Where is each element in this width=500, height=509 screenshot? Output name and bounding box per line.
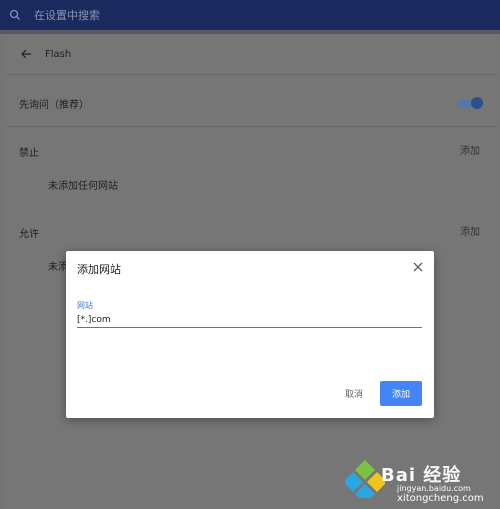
ask-first-toggle[interactable] — [458, 97, 483, 109]
divider — [6, 74, 498, 75]
site-input[interactable] — [77, 313, 422, 328]
back-arrow-icon[interactable] — [15, 43, 37, 65]
page-header: Flash — [6, 42, 498, 66]
block-add-button[interactable]: 添加 — [460, 142, 480, 157]
search-input[interactable]: 在设置中搜索 — [34, 7, 100, 23]
search-icon — [0, 0, 30, 30]
watermark-sub: jingyan.baidu.com — [397, 484, 471, 493]
watermark-site: xitongcheng.com — [397, 493, 484, 504]
allow-add-button[interactable]: 添加 — [460, 223, 480, 238]
close-icon[interactable] — [410, 259, 426, 275]
toggle-knob — [471, 97, 483, 109]
cancel-button[interactable]: 取消 — [336, 381, 372, 405]
add-site-dialog: 添加网站 网站 取消 添加 — [66, 251, 434, 418]
block-empty-text: 未添加任何网站 — [48, 181, 118, 192]
ask-first-label: 先询问（推荐） — [19, 100, 89, 111]
block-section-label: 禁止 — [19, 148, 39, 159]
allow-section-label: 允许 — [19, 229, 39, 240]
baidu-watermark: Bai 经验 jingyan.baidu.com xitongcheng.com — [345, 452, 500, 509]
site-field-label: 网站 — [77, 301, 93, 310]
divider — [6, 126, 498, 127]
windows-logo-icon — [345, 460, 385, 498]
page-title: Flash — [45, 48, 72, 60]
add-button[interactable]: 添加 — [380, 381, 422, 406]
settings-search-bar[interactable]: 在设置中搜索 — [0, 0, 500, 30]
dialog-title: 添加网站 — [77, 263, 121, 276]
